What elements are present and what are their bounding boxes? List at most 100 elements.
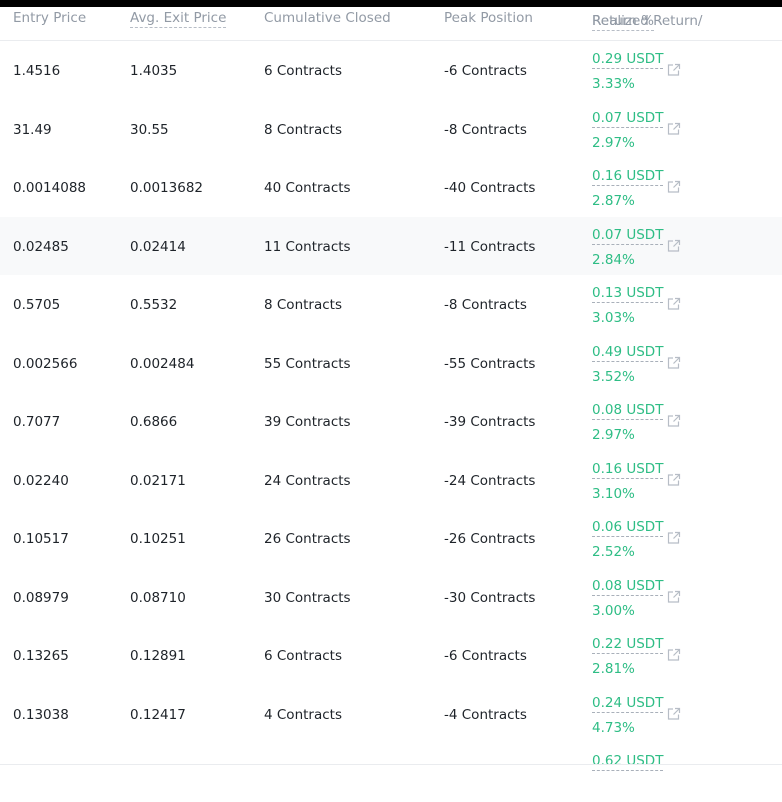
peak-position-cell: -26 Contracts xyxy=(444,531,536,547)
top-edge-bar xyxy=(0,0,782,7)
return-percent: 2.97% xyxy=(592,427,635,443)
return-percent: 2.52% xyxy=(592,544,635,560)
table-row: 0.02240 0.02171 24 Contracts -24 Contracts 0… xyxy=(0,451,782,510)
realized-return-cell: 0.13 USDT 3.03% xyxy=(592,285,664,326)
return-percent: 2.97% xyxy=(592,134,635,151)
external-link-icon[interactable] xyxy=(667,122,681,136)
realized-return-usdt[interactable]: 0.62 USDT xyxy=(592,753,664,771)
cumulative-closed-cell: 6 Contracts xyxy=(264,63,342,79)
realized-return-usdt[interactable]: 0.07 USDT xyxy=(592,110,664,128)
peak-position-cell: -40 Contracts xyxy=(444,180,536,196)
external-link-icon[interactable] xyxy=(667,239,681,253)
peak-position-cell: -8 Contracts xyxy=(444,121,527,138)
external-link-icon[interactable] xyxy=(667,707,681,721)
table-row: 31.49 30.55 8 Contracts -8 Contracts 0.07 US… xyxy=(0,100,782,159)
avg-exit-price-cell: 0.08710 xyxy=(130,589,186,606)
external-link-icon[interactable] xyxy=(667,531,681,545)
cumulative-closed-cell: 4 Contracts xyxy=(264,706,342,723)
realized-return-usdt[interactable]: 0.13 USDT xyxy=(592,285,664,303)
avg-exit-price-cell: 1.4035 xyxy=(130,63,178,79)
table-row: 0.7077 0.6866 39 Contracts -39 Contracts 0.0… xyxy=(0,392,782,451)
external-link-icon[interactable] xyxy=(667,590,681,604)
realized-return-usdt[interactable]: 0.16 USDT xyxy=(592,461,664,479)
realized-return-cell: 0.07 USDT 2.97% xyxy=(592,110,664,151)
table-row: 0.0014088 0.0013682 40 Contracts -40 Contra… xyxy=(0,158,782,217)
external-link-icon[interactable] xyxy=(667,63,681,77)
peak-position-cell: -6 Contracts xyxy=(444,63,527,79)
avg-exit-price-cell: 0.10251 xyxy=(130,531,186,547)
external-link-icon[interactable] xyxy=(667,648,681,662)
realized-return-usdt[interactable]: 0.08 USDT xyxy=(592,578,664,596)
cumulative-closed-cell: 40 Contracts xyxy=(264,180,351,196)
cumulative-closed-cell: 26 Contracts xyxy=(264,531,351,547)
external-link-icon[interactable] xyxy=(667,297,681,311)
return-percent: 3.03% xyxy=(592,310,635,326)
return-percent: 3.10% xyxy=(592,485,635,502)
realized-return-usdt[interactable]: 0.24 USDT xyxy=(592,695,664,713)
avg-exit-price-cell: 0.02414 xyxy=(130,238,186,255)
avg-exit-price-cell: 0.002484 xyxy=(130,355,195,372)
realized-return-usdt[interactable]: 0.29 USDT xyxy=(592,51,664,69)
realized-return-cell: 0.29 USDT 3.33% xyxy=(592,51,664,92)
entry-price-cell: 1.4516 xyxy=(13,63,61,79)
realized-return-usdt[interactable]: 0.49 USDT xyxy=(592,344,664,362)
realized-return-usdt[interactable]: 0.22 USDT xyxy=(592,636,664,654)
cumulative-closed-cell: 55 Contracts xyxy=(264,355,351,372)
avg-exit-price-cell: 30.55 xyxy=(130,121,169,138)
peak-position-cell: -11 Contracts xyxy=(444,238,536,255)
realized-return-usdt[interactable]: 0.06 USDT xyxy=(592,519,664,537)
realized-return-cell: 0.16 USDT 2.87% xyxy=(592,168,664,209)
table-header: Entry Price Avg. Exit Price Cumulative C… xyxy=(0,7,782,41)
header-avg-exit-price[interactable]: Avg. Exit Price xyxy=(130,10,227,28)
avg-exit-price-cell: 0.12891 xyxy=(130,648,186,664)
cumulative-closed-cell: 8 Contracts xyxy=(264,297,342,313)
entry-price-cell: 31.49 xyxy=(13,121,52,138)
external-link-icon[interactable] xyxy=(667,180,681,194)
table-row: 0.002566 0.002484 55 Contracts -55 Contract… xyxy=(0,334,782,393)
avg-exit-price-cell: 0.0013682 xyxy=(130,180,204,196)
return-percent: 3.00% xyxy=(592,602,635,619)
realized-return-cell: 0.08 USDT 3.00% xyxy=(592,578,664,619)
external-link-icon[interactable] xyxy=(667,414,681,428)
realized-return-cell: 0.49 USDT 3.52% xyxy=(592,344,664,385)
header-peak-position: Peak Position xyxy=(444,10,533,26)
peak-position-cell: -4 Contracts xyxy=(444,706,527,723)
table-row: 0.5705 0.5532 8 Contracts -8 Contracts 0.13 … xyxy=(0,275,782,334)
realized-return-cell: 0.07 USDT 2.84% xyxy=(592,227,664,268)
entry-price-cell: 0.13265 xyxy=(13,648,69,664)
return-percent: 2.84% xyxy=(592,251,635,268)
realized-return-cell: 0.62 USDT xyxy=(592,753,664,778)
entry-price-cell: 0.0014088 xyxy=(13,180,87,196)
realized-return-cell: 0.06 USDT 2.52% xyxy=(592,519,664,560)
peak-position-cell: -8 Contracts xyxy=(444,297,527,313)
realized-return-usdt[interactable]: 0.07 USDT xyxy=(592,227,664,245)
cumulative-closed-cell: 30 Contracts xyxy=(264,589,351,606)
realized-return-cell: 0.24 USDT 4.73% xyxy=(592,695,664,736)
entry-price-cell: 0.02485 xyxy=(13,238,69,255)
header-return-pct[interactable]: Return % xyxy=(592,13,654,31)
peak-position-cell: -30 Contracts xyxy=(444,589,536,606)
table-row: 0.08979 0.08710 30 Contracts -30 Contracts 0… xyxy=(0,568,782,627)
external-link-icon[interactable] xyxy=(667,356,681,370)
peak-position-cell: -55 Contracts xyxy=(444,355,536,372)
realized-return-usdt[interactable]: 0.16 USDT xyxy=(592,168,664,186)
table-body: 1.4516 1.4035 6 Contracts -6 Contracts 0.29 … xyxy=(0,41,782,802)
realized-return-cell: 0.22 USDT 2.81% xyxy=(592,636,664,677)
external-link-icon[interactable] xyxy=(667,473,681,487)
table-row: 0.13038 0.12417 4 Contracts -4 Contracts 0.2… xyxy=(0,685,782,744)
return-percent: 3.33% xyxy=(592,76,635,92)
realized-return-cell: 0.16 USDT 3.10% xyxy=(592,461,664,502)
realized-return-usdt[interactable]: 0.08 USDT xyxy=(592,402,664,420)
entry-price-cell: 0.5705 xyxy=(13,297,61,313)
closed-positions-table: Entry Price Avg. Exit Price Cumulative C… xyxy=(0,7,782,802)
cumulative-closed-cell: 6 Contracts xyxy=(264,648,342,664)
peak-position-cell: -39 Contracts xyxy=(444,414,536,430)
table-row: 0.13265 0.12891 6 Contracts -6 Contracts 0.2… xyxy=(0,626,782,685)
header-entry-price: Entry Price xyxy=(13,10,87,26)
cumulative-closed-cell: 39 Contracts xyxy=(264,414,351,430)
entry-price-cell: 0.13038 xyxy=(13,706,69,723)
entry-price-cell: 0.10517 xyxy=(13,531,69,547)
peak-position-cell: -6 Contracts xyxy=(444,648,527,664)
avg-exit-price-cell: 0.5532 xyxy=(130,297,178,313)
avg-exit-price-cell: 0.6866 xyxy=(130,414,178,430)
